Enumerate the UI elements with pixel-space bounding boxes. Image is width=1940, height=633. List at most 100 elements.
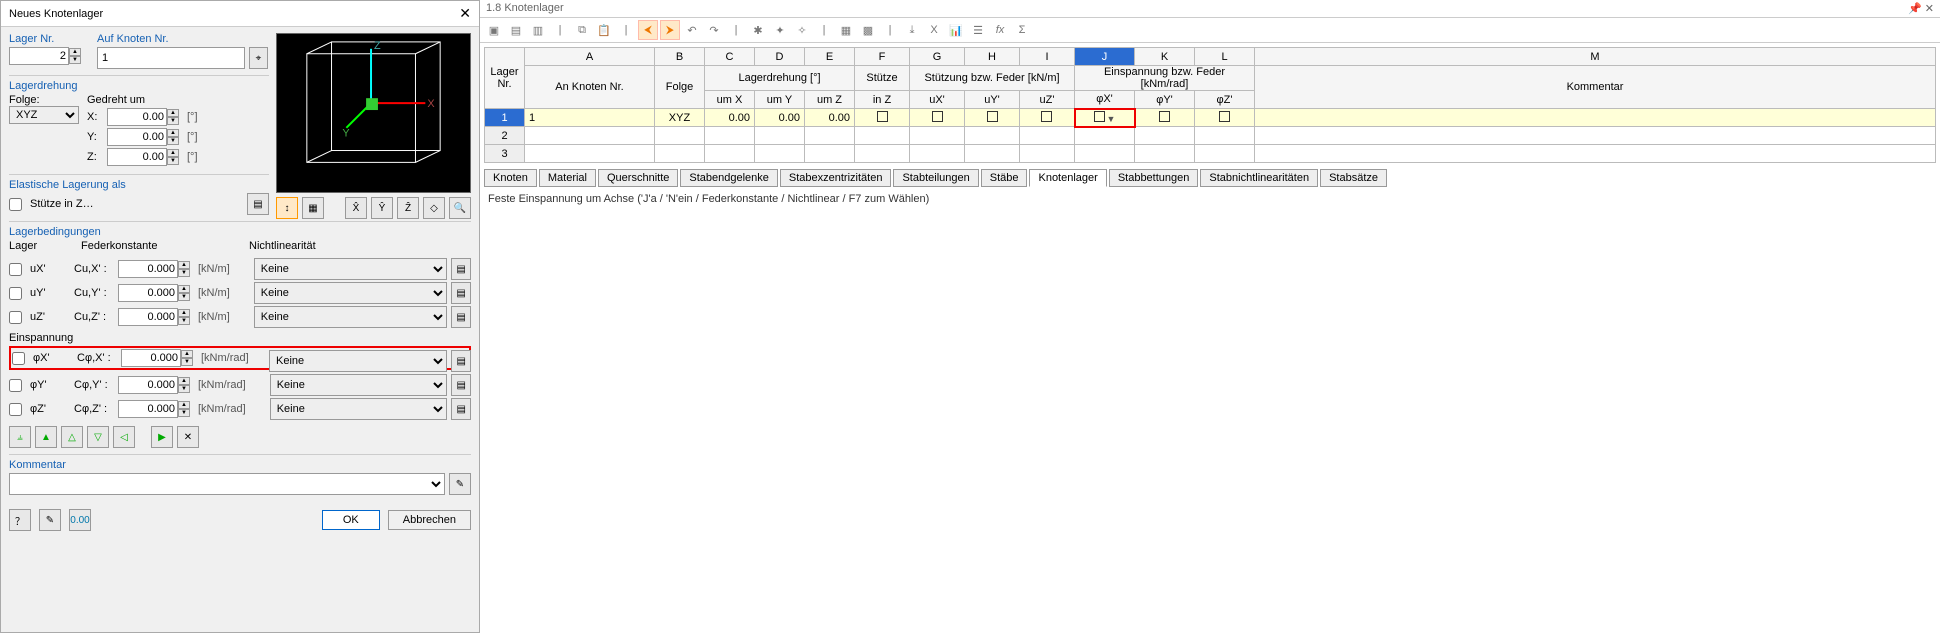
spin-down-icon[interactable]: ▼ xyxy=(69,56,81,64)
folge-select[interactable]: XYZ xyxy=(9,106,79,124)
cuy-input[interactable] xyxy=(118,284,178,302)
edit-icon[interactable]: ✎ xyxy=(39,509,61,531)
preview-3d[interactable]: X Y Z xyxy=(276,33,471,193)
tab-material[interactable]: Material xyxy=(539,169,596,187)
ux-checkbox[interactable] xyxy=(9,263,22,276)
support-free-icon[interactable]: ▶ xyxy=(151,426,173,448)
support-roller-x-icon[interactable]: △ xyxy=(61,426,83,448)
phiz-edit-icon[interactable]: ▤ xyxy=(451,398,471,420)
pin-icon[interactable]: 📌 xyxy=(1908,3,1922,15)
phiy-edit-icon[interactable]: ▤ xyxy=(451,374,471,396)
tb-save-icon[interactable]: ▥ xyxy=(528,20,548,40)
tb-b-icon[interactable]: ✦ xyxy=(770,20,790,40)
tb-list-icon[interactable]: ☰ xyxy=(968,20,988,40)
view-iso-icon[interactable]: ◇ xyxy=(423,197,445,219)
pick-node-icon[interactable]: ⌖ xyxy=(249,47,268,69)
kommentar-label: Kommentar xyxy=(9,459,471,471)
help-icon[interactable]: ？ xyxy=(9,509,31,531)
rot-y-input[interactable] xyxy=(107,128,167,146)
support-hinged-icon[interactable]: ⫨ xyxy=(9,426,31,448)
tb-sum-icon[interactable]: Σ xyxy=(1012,20,1032,40)
tab-stabteilungen[interactable]: Stabteilungen xyxy=(893,169,978,187)
tb-a-icon[interactable]: ✱ xyxy=(748,20,768,40)
tab-stabendgelenke[interactable]: Stabendgelenke xyxy=(680,169,778,187)
kommentar-input[interactable] xyxy=(9,473,445,495)
tb-copy-icon[interactable]: ⧉ xyxy=(572,20,592,40)
uz-nonlin-select[interactable]: Keine xyxy=(254,306,447,328)
cphiy-input[interactable] xyxy=(118,376,178,394)
cell-phix-highlight[interactable]: ▼ xyxy=(1075,109,1135,127)
lager-nr-input[interactable] xyxy=(9,47,69,65)
tb-new-icon[interactable]: ▣ xyxy=(484,20,504,40)
uy-checkbox[interactable] xyxy=(9,287,22,300)
table-row[interactable]: 3 xyxy=(485,145,1936,163)
phix-nonlin-select[interactable]: Keine xyxy=(269,350,447,372)
cphix-input[interactable] xyxy=(121,349,181,367)
ok-button[interactable]: OK xyxy=(322,510,380,530)
phix-edit-icon[interactable]: ▤ xyxy=(451,350,471,372)
rot-x-input[interactable] xyxy=(107,108,167,126)
uy-edit-icon[interactable]: ▤ xyxy=(451,282,471,304)
view-y-icon[interactable]: Ŷ xyxy=(371,197,393,219)
tb-redo-icon[interactable]: ↷ xyxy=(704,20,724,40)
tb-fx-icon[interactable]: fx xyxy=(990,20,1010,40)
uz-edit-icon[interactable]: ▤ xyxy=(451,306,471,328)
tab-staebe[interactable]: Stäbe xyxy=(981,169,1028,187)
uy-nonlin-select[interactable]: Keine xyxy=(254,282,447,304)
table-row[interactable]: 2 xyxy=(485,127,1936,145)
tb-c-icon[interactable]: ✧ xyxy=(792,20,812,40)
svg-text:X: X xyxy=(427,98,435,110)
cphiz-input[interactable] xyxy=(118,400,178,418)
view-wire-icon[interactable]: ▦ xyxy=(302,197,324,219)
phiy-checkbox[interactable] xyxy=(9,379,22,392)
view-z-icon[interactable]: Ẑ xyxy=(397,197,419,219)
rot-z-input[interactable] xyxy=(107,148,167,166)
tab-knotenlager[interactable]: Knotenlager xyxy=(1029,169,1106,187)
ux-nonlin-select[interactable]: Keine xyxy=(254,258,447,280)
support-none-icon[interactable]: ✕ xyxy=(177,426,199,448)
tab-querschnitte[interactable]: Querschnitte xyxy=(598,169,678,187)
stuetze-z-checkbox[interactable] xyxy=(9,198,22,211)
tb-export-icon[interactable]: ⤓ xyxy=(902,20,922,40)
cancel-button[interactable]: Abbrechen xyxy=(388,510,471,530)
spin-up-icon[interactable]: ▲ xyxy=(69,48,81,56)
tb-arrow-r-icon[interactable]: ⮞ xyxy=(660,20,680,40)
grid-knotenlager[interactable]: Lager Nr. A B C D E F G H I J K L M An K… xyxy=(484,47,1936,163)
tb-arrow-l-icon[interactable]: ⮜ xyxy=(638,20,658,40)
tab-stabsaetze[interactable]: Stabsätze xyxy=(1320,169,1387,187)
tb-e-icon[interactable]: ▩ xyxy=(858,20,878,40)
pane-close-icon[interactable]: ✕ xyxy=(1925,3,1934,15)
stuetze-z-label: Stütze in Z… xyxy=(30,198,94,210)
pane-controls: 📌 ✕ xyxy=(1908,2,1934,15)
tb-undo-icon[interactable]: ↶ xyxy=(682,20,702,40)
tab-stabbettungen[interactable]: Stabbettungen xyxy=(1109,169,1199,187)
support-fixed-icon[interactable]: ▲ xyxy=(35,426,57,448)
view-x-icon[interactable]: X̂ xyxy=(345,197,367,219)
tb-paste-icon[interactable]: 📋 xyxy=(594,20,614,40)
close-icon[interactable]: ✕ xyxy=(459,5,471,22)
view-zoom-icon[interactable]: 🔍 xyxy=(449,197,471,219)
tab-stabnichtlin[interactable]: Stabnichtlinearitäten xyxy=(1200,169,1318,187)
tab-knoten[interactable]: Knoten xyxy=(484,169,537,187)
phiz-nonlin-select[interactable]: Keine xyxy=(270,398,448,420)
tb-d-icon[interactable]: ▦ xyxy=(836,20,856,40)
view-axes-icon[interactable]: ↕ xyxy=(276,197,298,219)
cuz-input[interactable] xyxy=(118,308,178,326)
units-icon[interactable]: 0.00 xyxy=(69,509,91,531)
support-roller-y-icon[interactable]: ▽ xyxy=(87,426,109,448)
stuetze-edit-icon[interactable]: ▤ xyxy=(247,193,269,215)
tab-stabexz[interactable]: Stabexzentrizitäten xyxy=(780,169,892,187)
auf-knoten-input[interactable] xyxy=(97,47,245,69)
phiy-nonlin-select[interactable]: Keine xyxy=(270,374,448,396)
tb-excel-icon[interactable]: X xyxy=(924,20,944,40)
phiz-checkbox[interactable] xyxy=(9,403,22,416)
table-row[interactable]: 1 1 XYZ 0.00 0.00 0.00 ▼ xyxy=(485,109,1936,127)
phix-checkbox[interactable] xyxy=(12,352,25,365)
tb-chart-icon[interactable]: 📊 xyxy=(946,20,966,40)
uz-checkbox[interactable] xyxy=(9,311,22,324)
cux-input[interactable] xyxy=(118,260,178,278)
tb-open-icon[interactable]: ▤ xyxy=(506,20,526,40)
ux-edit-icon[interactable]: ▤ xyxy=(451,258,471,280)
kommentar-edit-icon[interactable]: ✎ xyxy=(449,473,471,495)
support-roller-z-icon[interactable]: ◁ xyxy=(113,426,135,448)
